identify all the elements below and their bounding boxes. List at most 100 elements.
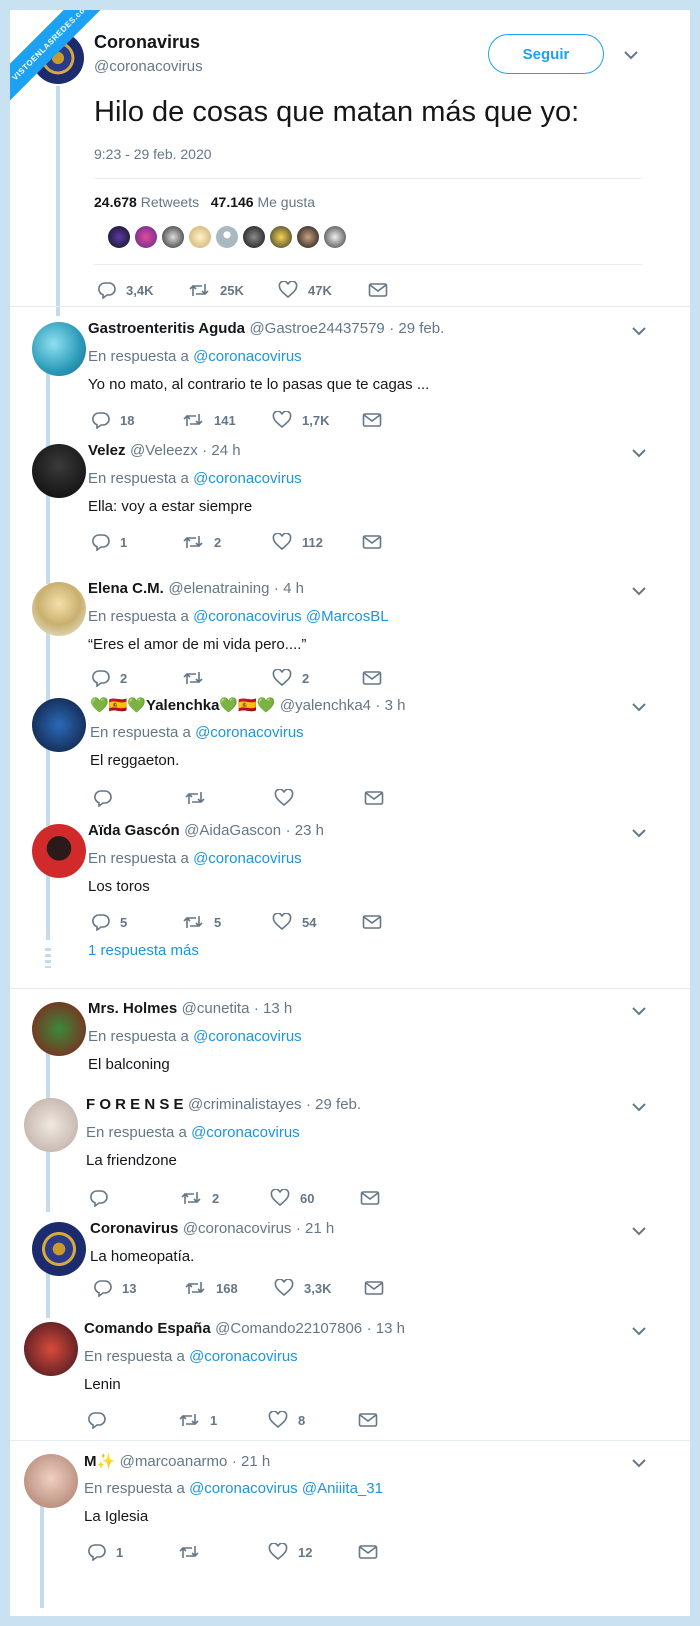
avatar[interactable] xyxy=(32,698,86,752)
avatar[interactable] xyxy=(24,1098,78,1152)
reply-action[interactable] xyxy=(88,1410,116,1430)
reply-mentions[interactable]: @coronacovirus @MarcosBL xyxy=(193,608,389,625)
chevron-down-icon[interactable] xyxy=(630,444,648,462)
avatar[interactable] xyxy=(135,226,157,248)
chevron-down-icon[interactable] xyxy=(630,582,648,600)
chevron-down-icon[interactable] xyxy=(630,1454,648,1472)
heart-action[interactable]: 8 xyxy=(268,1410,305,1430)
author-handle[interactable]: @criminalistayes xyxy=(188,1096,302,1113)
heart-action[interactable]: 3,3K xyxy=(274,1278,331,1298)
retweet-action[interactable]: 1 xyxy=(178,1410,217,1430)
author-name[interactable]: Elena C.M. xyxy=(88,580,164,597)
reply-action[interactable]: 13 xyxy=(94,1278,136,1298)
reply-action[interactable]: 18 xyxy=(92,410,134,430)
author-handle[interactable]: @Gastroe24437579 xyxy=(249,320,384,337)
heart-action[interactable]: 12 xyxy=(268,1542,312,1562)
author-handle[interactable]: @elenatraining xyxy=(168,580,269,597)
timestamp[interactable]: · 21 h xyxy=(296,1220,334,1237)
heart-action[interactable]: 60 xyxy=(270,1188,314,1208)
avatar[interactable] xyxy=(216,226,238,248)
avatar[interactable] xyxy=(32,322,86,376)
avatar[interactable] xyxy=(32,1002,86,1056)
avatar[interactable] xyxy=(270,226,292,248)
author-name[interactable]: M✨ xyxy=(84,1453,115,1470)
reply-mentions[interactable]: @coronacovirus xyxy=(195,724,304,741)
reply-mentions[interactable]: @coronacovirus xyxy=(193,348,302,365)
reply-mentions[interactable]: @coronacovirus xyxy=(189,1348,298,1365)
author-name[interactable]: Gastroenteritis Aguda xyxy=(88,320,245,337)
heart-action[interactable]: 112 xyxy=(272,532,323,552)
avatar[interactable] xyxy=(243,226,265,248)
reply-mentions[interactable]: @coronacovirus xyxy=(193,470,302,487)
follow-button[interactable]: Seguir xyxy=(488,34,604,74)
avatar[interactable] xyxy=(32,824,86,878)
reply-mentions[interactable]: @coronacovirus xyxy=(191,1124,300,1141)
avatar[interactable] xyxy=(32,1222,86,1276)
timestamp[interactable]: · 3 h xyxy=(375,697,405,714)
retweet-action[interactable]: 2 xyxy=(182,532,221,552)
direct-message-action[interactable] xyxy=(364,1278,384,1298)
heart-action[interactable] xyxy=(274,788,304,808)
likes-count[interactable]: 47.146 xyxy=(211,194,254,210)
reply-action[interactable] xyxy=(94,788,122,808)
author-handle[interactable]: @coronacovirus xyxy=(183,1220,292,1237)
author-handle[interactable]: @Comando22107806 xyxy=(215,1320,362,1337)
retweet-action[interactable] xyxy=(178,1542,210,1562)
retweets-count[interactable]: 24.678 xyxy=(94,194,137,210)
reply-mentions[interactable]: @coronacovirus xyxy=(193,850,302,867)
avatar[interactable] xyxy=(108,226,130,248)
timestamp[interactable]: · 13 h xyxy=(367,1320,405,1337)
direct-message-action[interactable] xyxy=(358,1542,378,1562)
author-handle[interactable]: @AidaGascon xyxy=(184,822,281,839)
direct-message-action[interactable] xyxy=(362,532,382,552)
retweet-action[interactable]: 2 xyxy=(180,1188,219,1208)
author-name[interactable]: Velez xyxy=(88,442,126,459)
author-handle[interactable]: @cunetita xyxy=(182,1000,250,1017)
reply-action[interactable]: 2 xyxy=(92,668,127,688)
avatar[interactable] xyxy=(162,226,184,248)
author-name[interactable]: Aïda Gascón xyxy=(88,822,180,839)
heart-action[interactable]: 47K xyxy=(278,280,332,300)
author-name[interactable]: 💚🇪🇸💚Yalenchka💚🇪🇸💚 xyxy=(90,697,275,714)
retweets-label[interactable]: Retweets xyxy=(141,194,199,210)
avatar[interactable] xyxy=(24,1454,78,1508)
timestamp[interactable]: 9:23 - 29 feb. 2020 xyxy=(94,146,212,162)
timestamp[interactable]: · 23 h xyxy=(286,822,324,839)
avatar[interactable] xyxy=(324,226,346,248)
heart-action[interactable]: 2 xyxy=(272,668,309,688)
retweet-action[interactable]: 168 xyxy=(184,1278,238,1298)
direct-message-action[interactable] xyxy=(368,280,388,300)
avatar[interactable] xyxy=(32,444,86,498)
avatar[interactable] xyxy=(189,226,211,248)
retweet-action[interactable]: 25K xyxy=(188,280,244,300)
reply-action[interactable]: 5 xyxy=(92,912,127,932)
timestamp[interactable]: · 29 feb. xyxy=(306,1096,361,1113)
author-name[interactable]: Mrs. Holmes xyxy=(88,1000,177,1017)
likes-label[interactable]: Me gusta xyxy=(257,194,315,210)
reply-mentions[interactable]: @coronacovirus @Aniiita_31 xyxy=(189,1480,383,1497)
direct-message-action[interactable] xyxy=(364,788,384,808)
timestamp[interactable]: · 29 feb. xyxy=(389,320,444,337)
chevron-down-icon[interactable] xyxy=(630,824,648,842)
chevron-down-icon[interactable] xyxy=(630,1098,648,1116)
direct-message-action[interactable] xyxy=(358,1410,378,1430)
timestamp[interactable]: · 13 h xyxy=(254,1000,292,1017)
author-handle[interactable]: @yalenchka4 xyxy=(280,697,371,714)
chevron-down-icon[interactable] xyxy=(630,1222,648,1240)
reply-action[interactable]: 3,4K xyxy=(98,280,153,300)
avatar[interactable] xyxy=(32,582,86,636)
chevron-down-icon[interactable] xyxy=(630,322,648,340)
direct-message-action[interactable] xyxy=(362,912,382,932)
retweet-action[interactable] xyxy=(184,788,216,808)
heart-action[interactable]: 1,7K xyxy=(272,410,329,430)
timestamp[interactable]: · 21 h xyxy=(232,1453,270,1470)
direct-message-action[interactable] xyxy=(360,1188,380,1208)
reply-mentions[interactable]: @coronacovirus xyxy=(193,1028,302,1045)
retweet-action[interactable] xyxy=(182,668,214,688)
reply-action[interactable]: 1 xyxy=(88,1542,123,1562)
heart-action[interactable]: 54 xyxy=(272,912,316,932)
retweet-action[interactable]: 5 xyxy=(182,912,221,932)
avatar[interactable] xyxy=(24,1322,78,1376)
avatar[interactable] xyxy=(297,226,319,248)
retweet-action[interactable]: 141 xyxy=(182,410,236,430)
